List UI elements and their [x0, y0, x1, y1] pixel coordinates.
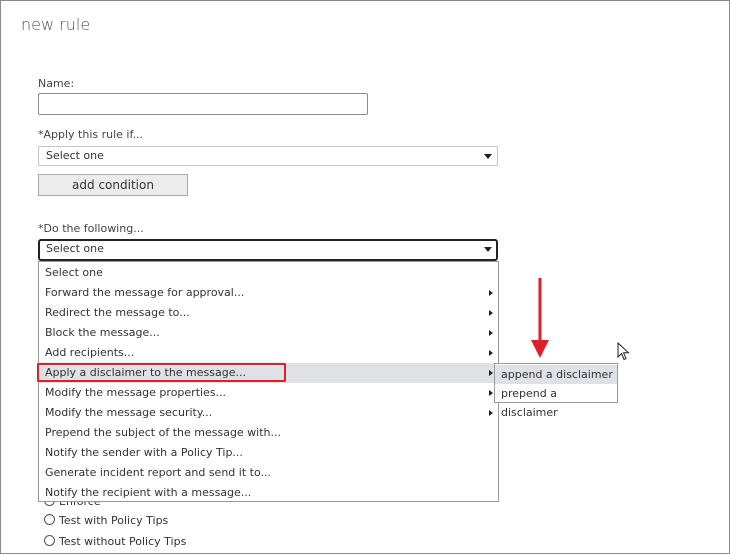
option-modify-security[interactable]: Modify the message security... — [39, 403, 498, 423]
submenu-arrow-icon — [489, 370, 493, 376]
annotation-highlight-box — [37, 363, 286, 382]
radio-circle-icon — [44, 535, 55, 546]
dropdown-arrow-icon — [484, 154, 492, 159]
option-notify-recipient[interactable]: Notify the recipient with a message... — [39, 483, 498, 503]
dropdown-arrow-icon — [484, 247, 492, 252]
option-add-recipients[interactable]: Add recipients... — [39, 343, 498, 363]
option-prepend-subject[interactable]: Prepend the subject of the message with.… — [39, 423, 498, 443]
radio-label: Test without Policy Tips — [59, 535, 187, 548]
apply-rule-if-label: *Apply this rule if... — [38, 128, 144, 141]
name-input[interactable] — [38, 93, 368, 115]
submenu-append-disclaimer[interactable]: append a disclaimer — [495, 365, 617, 384]
action-select-value: Select one — [46, 242, 104, 255]
option-notify-sender[interactable]: Notify the sender with a Policy Tip... — [39, 443, 498, 463]
new-rule-dialog: new rule Name: *Apply this rule if... Se… — [0, 0, 730, 554]
do-the-following-label: *Do the following... — [38, 222, 144, 235]
option-block-message[interactable]: Block the message... — [39, 323, 498, 343]
submenu-arrow-icon — [489, 310, 493, 316]
submenu-prepend-disclaimer[interactable]: prepend a disclaimer — [495, 384, 617, 419]
radio-test-with-policy-tips[interactable]: Test with Policy Tips — [44, 514, 168, 527]
radio-circle-icon — [44, 514, 55, 525]
submenu-arrow-icon — [489, 390, 493, 396]
submenu-arrow-icon — [489, 350, 493, 356]
option-modify-properties[interactable]: Modify the message properties... — [39, 383, 498, 403]
action-select[interactable]: Select one — [38, 239, 498, 261]
option-redirect-message[interactable]: Redirect the message to... — [39, 303, 498, 323]
submenu-arrow-icon — [489, 410, 493, 416]
annotation-arrow-icon — [531, 278, 549, 358]
condition-select-value: Select one — [46, 149, 104, 162]
add-condition-button[interactable]: add condition — [38, 174, 188, 196]
condition-select[interactable]: Select one — [38, 146, 498, 166]
mouse-pointer-icon — [617, 342, 630, 361]
submenu-arrow-icon — [489, 290, 493, 296]
radio-test-without-policy-tips[interactable]: Test without Policy Tips — [44, 535, 186, 548]
option-select-one[interactable]: Select one — [39, 263, 498, 283]
dialog-title: new rule — [21, 15, 91, 34]
name-label: Name: — [38, 77, 75, 90]
option-generate-incident-report[interactable]: Generate incident report and send it to.… — [39, 463, 498, 483]
disclaimer-submenu: append a disclaimer prepend a disclaimer — [494, 363, 618, 419]
radio-label: Test with Policy Tips — [59, 514, 169, 527]
option-forward-for-approval[interactable]: Forward the message for approval... — [39, 283, 498, 303]
submenu-arrow-icon — [489, 330, 493, 336]
